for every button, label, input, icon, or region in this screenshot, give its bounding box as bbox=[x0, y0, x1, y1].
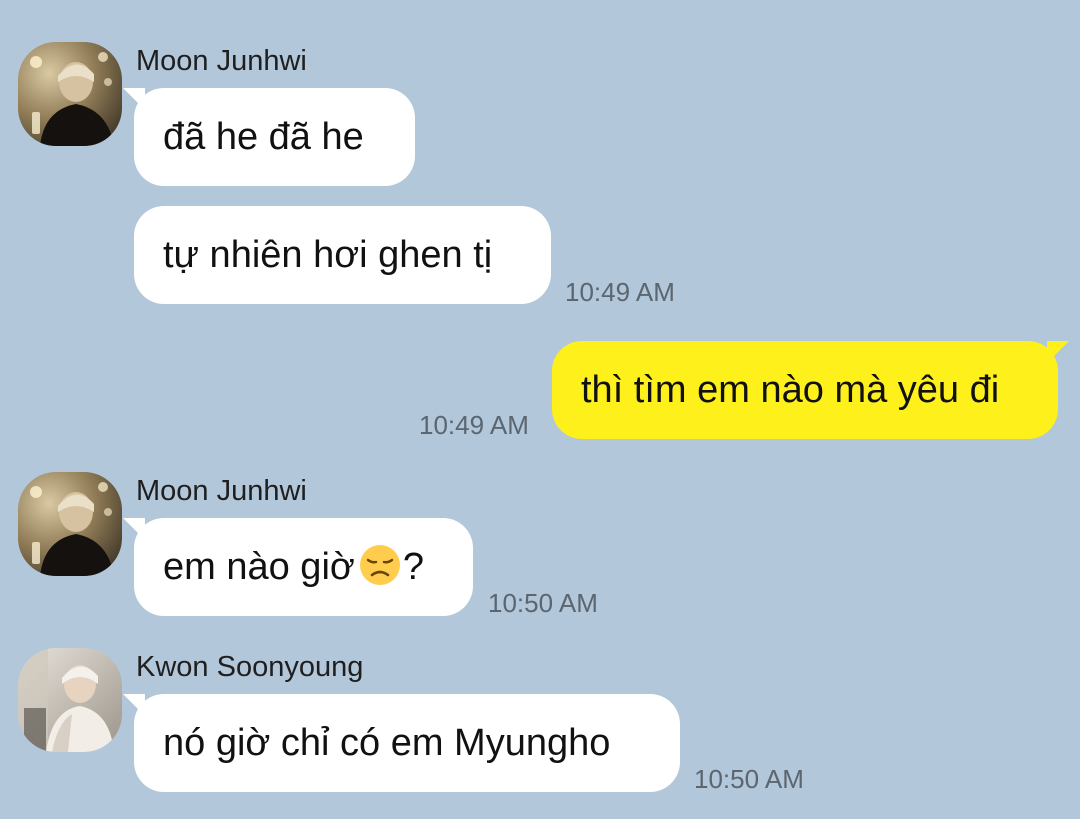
message-bubble[interactable]: em nào giờ ? bbox=[123, 518, 473, 616]
message-time: 10:49 AM bbox=[419, 410, 529, 440]
my-message-bubble[interactable]: thì tìm em nào mà yêu đi bbox=[552, 341, 1069, 439]
sender-name: Moon Junhwi bbox=[136, 475, 307, 507]
message-time: 10:49 AM bbox=[565, 277, 675, 307]
message-time: 10:50 AM bbox=[694, 764, 804, 794]
message-bubble[interactable]: nó giờ chỉ có em Myungho bbox=[123, 694, 680, 792]
message-text: tự nhiên hơi ghen tị bbox=[163, 234, 493, 276]
message-text: em nào giờ bbox=[163, 546, 355, 588]
disappointed-face-emoji-icon bbox=[359, 525, 401, 585]
message-time: 10:50 AM bbox=[488, 588, 598, 618]
message-text: thì tìm em nào mà yêu đi bbox=[581, 369, 1000, 411]
message-bubble[interactable]: đã he đã he bbox=[123, 88, 415, 186]
profile-avatar[interactable] bbox=[18, 648, 122, 752]
sender-name: Kwon Soonyoung bbox=[136, 651, 364, 683]
message-text-suffix: ? bbox=[402, 546, 424, 588]
message-bubble[interactable]: tự nhiên hơi ghen tị bbox=[134, 206, 551, 304]
sender-name: Moon Junhwi bbox=[136, 45, 307, 77]
profile-avatar[interactable] bbox=[18, 42, 122, 146]
message-text: nó giờ chỉ có em Myungho bbox=[163, 722, 611, 764]
chat-room[interactable]: Moon Junhwi đã he đã he tự nhiên hơi ghe… bbox=[0, 0, 1080, 819]
message-text: đã he đã he bbox=[163, 116, 364, 158]
profile-avatar[interactable] bbox=[18, 472, 122, 576]
